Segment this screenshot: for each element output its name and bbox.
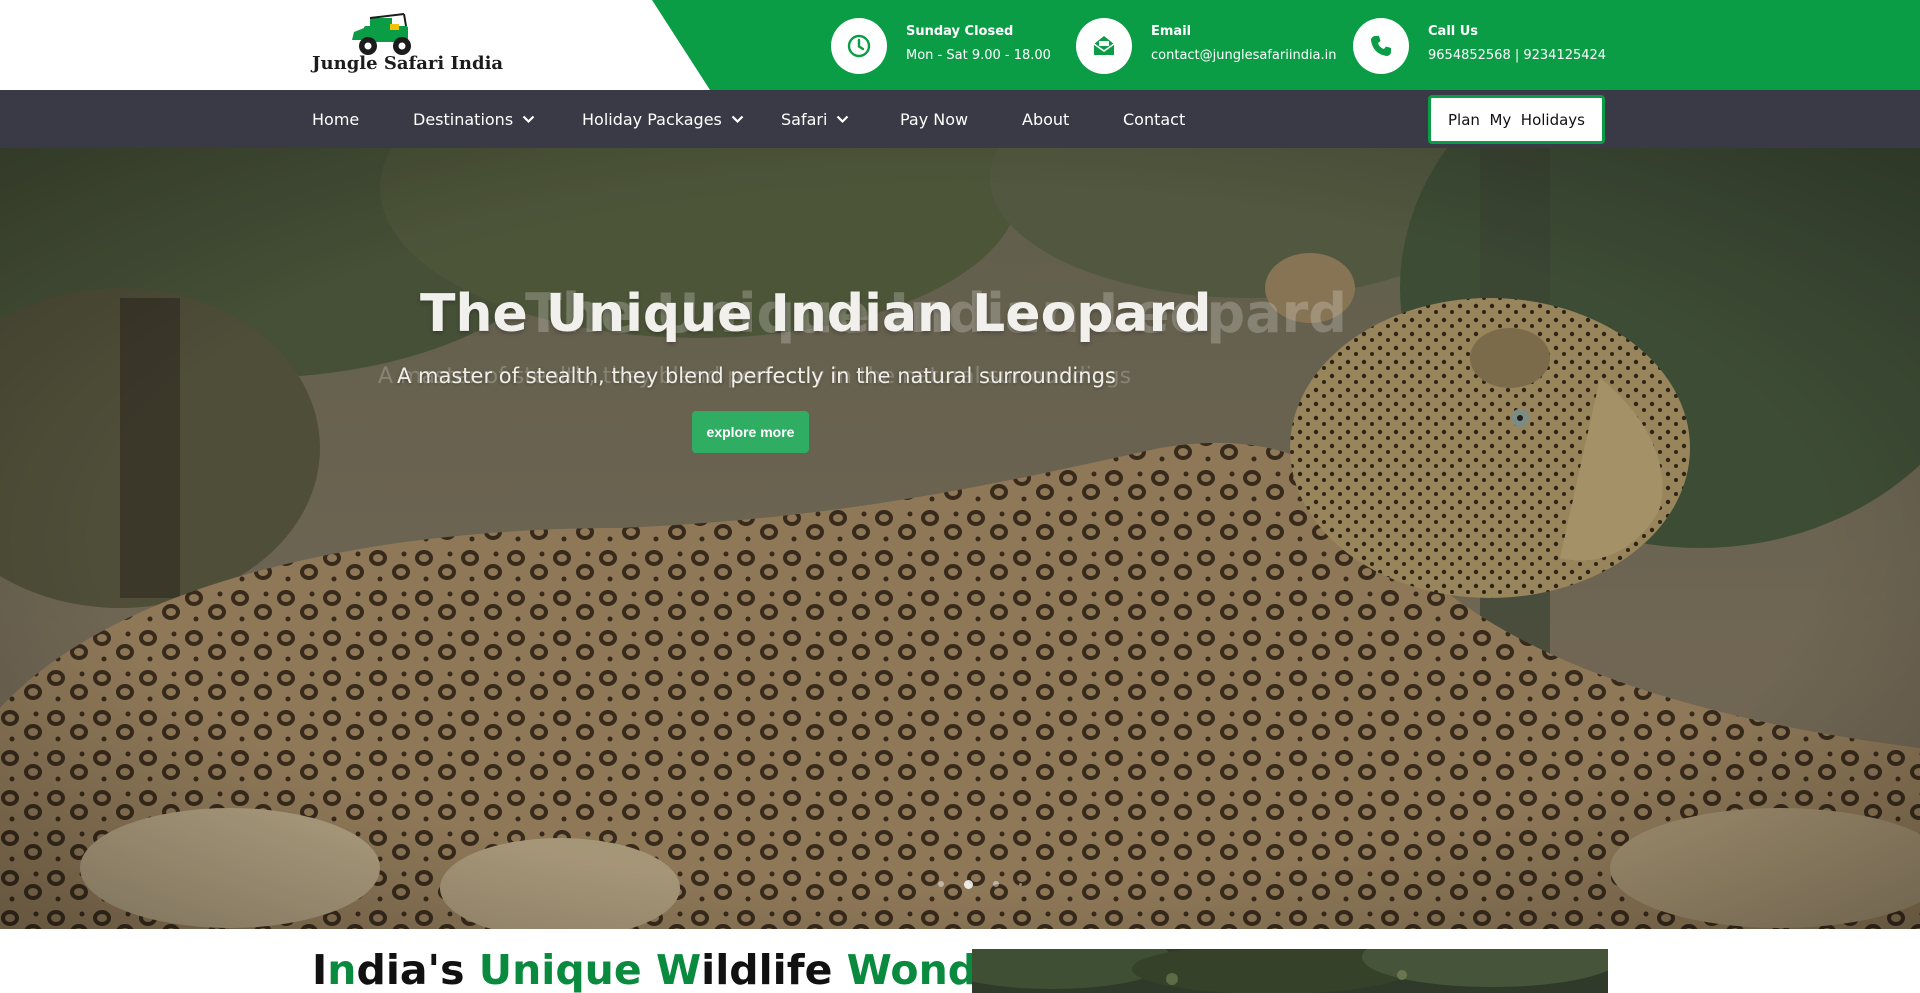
nav-label: Safari: [781, 109, 828, 129]
nav-label: Home: [312, 109, 360, 129]
nav-safari[interactable]: Safari: [781, 90, 849, 148]
phone-icon: [1353, 18, 1409, 74]
hero-overlay: [0, 148, 1920, 929]
nav-label: Contact: [1123, 109, 1186, 129]
nav-label: Pay Now: [900, 109, 969, 129]
nav-label: Holiday Packages: [582, 109, 722, 129]
slider-dot-1[interactable]: [938, 881, 944, 887]
nav-label: About: [1022, 109, 1070, 129]
logo-text: Jungle Safari India: [312, 53, 504, 74]
plan-my-holidays-button[interactable]: Plan My Holidays: [1428, 95, 1605, 144]
nav-destinations[interactable]: Destinations: [413, 90, 535, 148]
email-title: Email: [1151, 24, 1192, 39]
title-part: dia's: [356, 946, 479, 993]
title-part: ildlife: [701, 946, 847, 993]
slider-dot-3[interactable]: [993, 881, 999, 887]
nav-home[interactable]: Home: [312, 90, 359, 148]
hours-text: Mon - Sat 9.00 - 18.00: [906, 48, 1051, 63]
nav-label: Destinations: [413, 109, 514, 129]
hero-title: The Unique Indian Leopard: [420, 284, 1212, 344]
main-navigation: Home Destinations Holiday Packages Safar…: [0, 90, 1920, 148]
clock-icon: [831, 18, 887, 74]
chevron-down-icon: [731, 115, 744, 123]
chevron-down-icon: [522, 115, 535, 123]
section-title: India's Unique Wildlife Wonders: [312, 946, 1050, 993]
title-part: W: [655, 946, 702, 993]
title-part: Unique: [478, 946, 656, 993]
nav-about[interactable]: About: [1022, 90, 1069, 148]
phone-numbers[interactable]: 9654852568 | 9234125424: [1428, 48, 1606, 63]
slider-dot-2-active[interactable]: [964, 879, 973, 889]
top-header: Jungle Safari India Sunday Closed Mon - …: [0, 0, 1920, 90]
hero-slider: The Unique Indian Leopard A master of st…: [0, 148, 1920, 929]
nav-pay-now[interactable]: Pay Now: [900, 90, 968, 148]
title-part: n: [327, 946, 357, 993]
safari-jeep-icon: [352, 13, 411, 55]
nav-holiday-packages[interactable]: Holiday Packages: [582, 90, 744, 148]
wildlife-photo: [972, 949, 1608, 993]
envelope-open-icon: [1076, 18, 1132, 74]
slider-dot-4[interactable]: [1019, 882, 1022, 886]
phone-title: Call Us: [1428, 24, 1479, 39]
hero-subtitle: A master of stealth, they blend perfectl…: [397, 364, 1116, 388]
slider-pagination: [938, 878, 1042, 890]
email-link[interactable]: contact@junglesafariindia.in: [1151, 48, 1337, 63]
title-part: I: [312, 946, 328, 993]
chevron-down-icon: [837, 115, 849, 123]
site-logo[interactable]: Jungle Safari India: [312, 12, 503, 78]
hours-title: Sunday Closed: [906, 24, 1014, 39]
nav-contact[interactable]: Contact: [1123, 90, 1185, 148]
explore-more-button[interactable]: explore more: [692, 411, 809, 453]
